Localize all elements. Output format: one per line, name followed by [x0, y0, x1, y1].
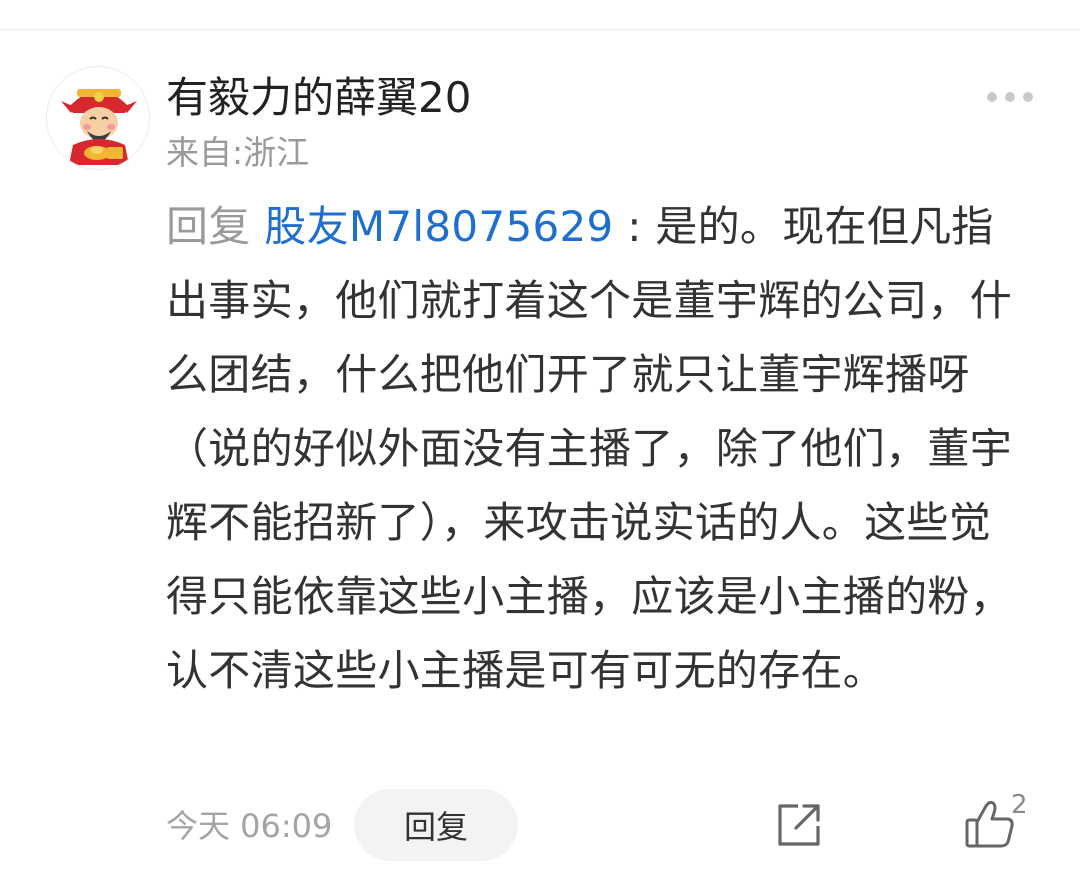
comment-body: 回复 股友M7l8075629 : 是的。现在但凡指出事实，他们就打着这个是董宇… [166, 190, 1026, 708]
comment-text: 是的。现在但凡指出事实，他们就打着这个是董宇辉的公司，什么团结，什么把他们开了就… [166, 202, 1013, 695]
like-button[interactable] [962, 796, 1018, 852]
more-dots-icon [1023, 92, 1033, 102]
reply-button[interactable]: 回复 [354, 789, 518, 861]
user-avatar[interactable] [46, 66, 150, 170]
more-dots-icon [1005, 92, 1015, 102]
top-divider [0, 29, 1080, 30]
thumbs-up-icon [965, 800, 1014, 848]
mention-link[interactable]: 股友M7l8075629 [264, 202, 613, 251]
more-options-button[interactable] [980, 80, 1040, 114]
fortune-god-avatar-icon [61, 89, 137, 165]
mention-separator: : [613, 202, 656, 251]
share-button[interactable] [772, 798, 826, 852]
timestamp: 今天 06:09 [166, 807, 333, 845]
like-count: 2 [1011, 790, 1028, 820]
location-label: 来自:浙江 [166, 133, 310, 172]
more-dots-icon [987, 92, 997, 102]
username[interactable]: 有毅力的薛翼20 [166, 72, 471, 124]
share-icon [778, 804, 820, 846]
comment-page: 有毅力的薛翼20 来自:浙江 回复 股友M7l8075629 : 是的。现在但凡… [0, 0, 1080, 891]
reply-prefix: 回复 [166, 202, 265, 251]
